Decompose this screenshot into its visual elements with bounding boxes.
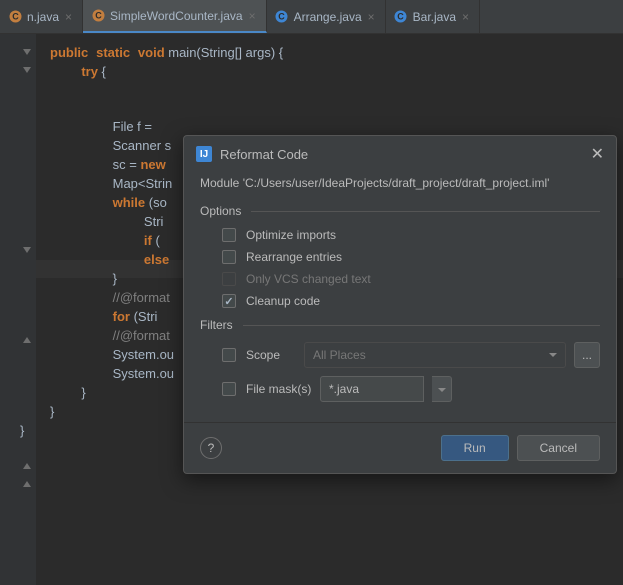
- scope-row: Scope All Places ...: [222, 342, 600, 368]
- tab-label: Arrange.java: [294, 10, 362, 24]
- editor-tabs: C n.java × C SimpleWordCounter.java × C …: [0, 0, 623, 34]
- tab-label: n.java: [27, 10, 59, 24]
- dialog-footer: ? Run Cancel: [184, 422, 616, 473]
- intellij-icon: IJ: [196, 146, 212, 162]
- filemask-row: File mask(s) *.java: [222, 376, 600, 402]
- tab-n-java[interactable]: C n.java ×: [0, 0, 83, 33]
- svg-text:C: C: [397, 12, 404, 22]
- close-icon[interactable]: ×: [65, 10, 72, 24]
- reformat-code-dialog: IJ Reformat Code ✕ Module 'C:/Users/user…: [183, 135, 617, 474]
- checkbox-checked[interactable]: [222, 294, 236, 308]
- filemask-label: File mask(s): [246, 382, 311, 396]
- options-section-title: Options: [200, 204, 600, 218]
- tab-arrange-java[interactable]: C Arrange.java ×: [267, 0, 386, 33]
- dialog-title-text: Reformat Code: [220, 147, 308, 162]
- filters-section-title: Filters: [200, 318, 600, 332]
- only-vcs-row: Only VCS changed text: [222, 272, 600, 286]
- svg-text:C: C: [12, 12, 19, 22]
- tab-label: SimpleWordCounter.java: [110, 9, 243, 23]
- svg-text:C: C: [95, 11, 102, 21]
- tab-bar-java[interactable]: C Bar.java ×: [386, 0, 480, 33]
- filemask-checkbox[interactable]: [222, 382, 236, 396]
- fold-icon[interactable]: [22, 48, 32, 58]
- close-icon[interactable]: ×: [462, 10, 469, 24]
- fold-icon[interactable]: [22, 66, 32, 76]
- dialog-titlebar: IJ Reformat Code ✕: [184, 136, 616, 172]
- help-button[interactable]: ?: [200, 437, 222, 459]
- only-vcs-label: Only VCS changed text: [246, 272, 371, 286]
- checkbox-disabled: [222, 272, 236, 286]
- editor-gutter: [0, 34, 36, 585]
- scope-ellipsis-button[interactable]: ...: [574, 342, 600, 368]
- filemask-input[interactable]: *.java: [320, 376, 424, 402]
- scope-checkbox[interactable]: [222, 348, 236, 362]
- module-path: Module 'C:/Users/user/IdeaProjects/draft…: [200, 176, 600, 190]
- filemask-dropdown-button[interactable]: [432, 376, 452, 402]
- rearrange-entries-row[interactable]: Rearrange entries: [222, 250, 600, 264]
- optimize-imports-row[interactable]: Optimize imports: [222, 228, 600, 242]
- close-icon[interactable]: ×: [249, 9, 256, 23]
- java-class-icon: C: [394, 10, 408, 24]
- checkbox-unchecked[interactable]: [222, 228, 236, 242]
- rearrange-entries-label: Rearrange entries: [246, 250, 342, 264]
- scope-dropdown[interactable]: All Places: [304, 342, 566, 368]
- fold-icon[interactable]: [22, 246, 32, 256]
- tab-label: Bar.java: [413, 10, 456, 24]
- cancel-button[interactable]: Cancel: [517, 435, 600, 461]
- java-class-icon: C: [8, 10, 22, 24]
- cleanup-code-row[interactable]: Cleanup code: [222, 294, 600, 308]
- scope-label: Scope: [246, 348, 280, 362]
- optimize-imports-label: Optimize imports: [246, 228, 336, 242]
- fold-up-icon[interactable]: [22, 336, 32, 346]
- svg-text:C: C: [278, 12, 285, 22]
- tab-simplewordcounter-java[interactable]: C SimpleWordCounter.java ×: [83, 0, 267, 33]
- fold-up-icon[interactable]: [22, 462, 32, 472]
- java-class-icon: C: [91, 9, 105, 23]
- run-button[interactable]: Run: [441, 435, 509, 461]
- close-icon[interactable]: ×: [368, 10, 375, 24]
- java-class-icon: C: [275, 10, 289, 24]
- checkbox-unchecked[interactable]: [222, 250, 236, 264]
- cleanup-code-label: Cleanup code: [246, 294, 320, 308]
- close-icon[interactable]: ✕: [591, 144, 604, 164]
- fold-up-icon[interactable]: [22, 480, 32, 490]
